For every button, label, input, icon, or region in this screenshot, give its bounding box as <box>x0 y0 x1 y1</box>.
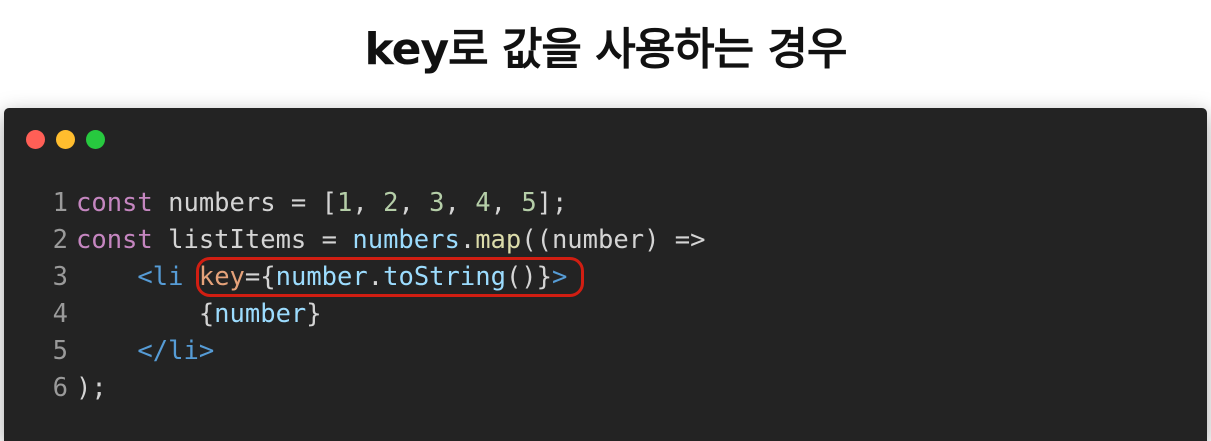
code-token: ((number) => <box>521 225 706 255</box>
code-token: </li> <box>137 336 215 366</box>
line-number: 6 <box>52 373 68 403</box>
code-token: { <box>76 299 215 329</box>
line-number: 5 <box>52 336 68 366</box>
maximize-icon[interactable] <box>86 130 105 149</box>
code-token: 1 <box>337 188 353 218</box>
code-token: numbers <box>352 225 460 255</box>
code-token: ]; <box>536 188 568 218</box>
code-token: , <box>444 188 476 218</box>
code-line: 2 const listItems = numbers.map((number) … <box>42 222 706 259</box>
code-token: , <box>490 188 522 218</box>
line-number: 2 <box>52 225 68 255</box>
code-token: } <box>306 299 322 329</box>
code-token: , <box>352 188 384 218</box>
minimize-icon[interactable] <box>56 130 75 149</box>
code-line: 6); <box>42 370 705 407</box>
line-number: 4 <box>52 299 68 329</box>
code-token: ); <box>76 373 107 403</box>
slide-title: key로 값을 사용하는 경우 <box>364 24 848 75</box>
slide: key로 값을 사용하는 경우 1 const numbers = [1, 2, … <box>0 0 1211 441</box>
code-line: 1 const numbers = [1, 2, 3, 4, 5]; <box>42 185 705 222</box>
code-token: 4 <box>475 188 491 218</box>
code-token: , <box>398 188 430 218</box>
code-token: 2 <box>383 188 399 218</box>
code-line: 4 {number} <box>42 296 705 333</box>
code-token: 5 <box>521 188 537 218</box>
code-token: . <box>459 225 476 255</box>
line-number: 1 <box>52 188 68 218</box>
code-token: number <box>214 299 307 329</box>
code-window: 1 const numbers = [1, 2, 3, 4, 5]; 2 const … <box>4 108 1207 441</box>
line-number: 3 <box>52 262 68 292</box>
key-highlight-outline <box>196 257 584 297</box>
code-line: 5 </li> <box>42 333 705 370</box>
code-token: map <box>475 225 522 255</box>
code-token: const <box>76 225 153 255</box>
code-token: const <box>76 188 153 218</box>
code-token: numbers = [ <box>152 188 337 218</box>
close-icon[interactable] <box>26 130 45 149</box>
code-token: 3 <box>429 188 445 218</box>
code-token: <li <box>137 262 184 292</box>
code-token: listItems = <box>152 225 353 255</box>
